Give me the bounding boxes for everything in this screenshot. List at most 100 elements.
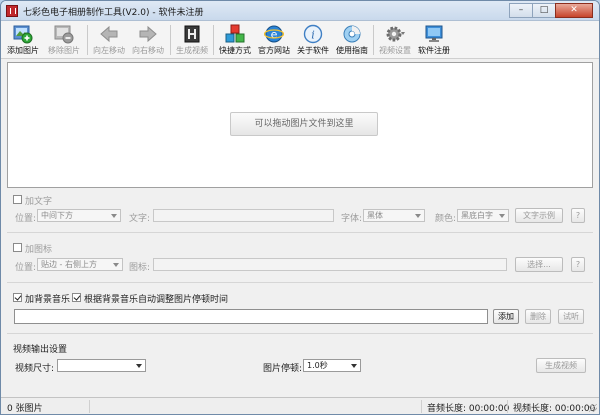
shortcut-label: 快捷方式 [219, 46, 251, 55]
text-content-input[interactable] [153, 209, 334, 222]
gear-icon [386, 26, 405, 42]
add-text-label: 加文字 [25, 197, 53, 207]
image-drop-area[interactable]: 可以拖动图片文件到这里 [7, 62, 593, 188]
generate-video-toolbar-button[interactable]: 生成视频 [173, 23, 211, 57]
register-button[interactable]: 软件注册 [415, 23, 453, 57]
generate-video-button[interactable]: 生成视频 [536, 358, 586, 373]
shortcut-button[interactable]: 快捷方式 [216, 23, 254, 57]
logo-file-label: 图标: [129, 263, 151, 273]
music-file-input[interactable] [14, 309, 488, 324]
video-size-label: 视频尺寸: [15, 364, 55, 374]
register-icon [425, 25, 443, 42]
info-icon: i [303, 24, 323, 44]
add-image-label: 添加图片 [7, 46, 39, 55]
chevron-down-icon [351, 364, 357, 368]
move-left-label: 向左移动 [93, 46, 125, 55]
chevron-down-icon [415, 214, 421, 218]
text-position-label: 位置: [15, 214, 37, 224]
website-button[interactable]: e 官方网站 [255, 23, 293, 57]
website-label: 官方网站 [258, 46, 290, 55]
chevron-down-icon [136, 364, 142, 368]
add-music-button[interactable]: 添加 [493, 309, 519, 324]
add-logo-label: 加图标 [25, 245, 53, 255]
video-length: 视频长度: 00:00:00 [513, 404, 596, 414]
move-left-button[interactable]: 向左移动 [90, 23, 128, 57]
image-count: 0 张图片 [7, 404, 43, 414]
font-value: 黑体 [367, 211, 383, 220]
minimize-button[interactable]: – [509, 3, 533, 18]
video-settings-button[interactable]: 视频设置 [376, 23, 414, 57]
add-image-icon [13, 25, 33, 44]
status-separator [507, 400, 508, 413]
shortcut-icon [225, 24, 245, 43]
guide-button[interactable]: 使用指南 [333, 23, 371, 57]
bgm-label: 加背景音乐 [25, 295, 71, 305]
chevron-down-icon [499, 214, 505, 218]
output-settings-title: 视频输出设置 [13, 345, 68, 355]
add-text-checkbox[interactable] [13, 195, 22, 204]
color-select[interactable]: 黑底白字 [457, 209, 509, 222]
audio-length: 音频长度: 00:00:00 [427, 404, 510, 414]
text-position-select[interactable]: 中间下方 [37, 209, 121, 222]
drop-hint-button[interactable]: 可以拖动图片文件到这里 [230, 112, 378, 136]
add-image-button[interactable]: 添加图片 [4, 23, 42, 57]
about-button[interactable]: i 关于软件 [294, 23, 332, 57]
register-label: 软件注册 [418, 46, 450, 55]
status-separator [421, 400, 422, 413]
toolbar-separator [213, 25, 214, 55]
status-bar: 0 张图片 音频长度: 00:00:00 视频长度: 00:00:00 [1, 397, 599, 414]
status-separator [89, 400, 90, 413]
video-size-select[interactable] [57, 359, 146, 372]
section-divider [7, 282, 593, 283]
svg-text:i: i [311, 29, 315, 42]
auto-pause-checkbox[interactable] [72, 293, 81, 302]
text-sample-button[interactable]: 文字示例 [515, 208, 563, 223]
generate-video-label: 生成视频 [176, 46, 208, 55]
logo-position-label: 位置: [15, 263, 37, 273]
listen-music-button[interactable]: 试听 [558, 309, 584, 324]
toolbar-separator [87, 25, 88, 55]
logo-help-button[interactable]: ? [571, 257, 585, 272]
window-title: 七彩色电子相册制作工具(V2.0) - 软件未注册 [23, 8, 204, 18]
bgm-checkbox[interactable] [13, 293, 22, 302]
web-icon: e [264, 25, 284, 43]
film-icon [184, 25, 200, 43]
chevron-down-icon [113, 263, 119, 267]
add-logo-checkbox[interactable] [13, 243, 22, 252]
app-icon [6, 5, 18, 17]
section-divider [7, 232, 593, 233]
image-pause-value: 1.0秒 [307, 361, 328, 370]
guide-icon [343, 25, 361, 43]
toolbar: 添加图片 移除图片 向左移动 向右移动 生成视频 快捷方式 e 官方网站 i 关… [1, 21, 599, 59]
move-right-label: 向右移动 [132, 46, 164, 55]
arrow-right-icon [139, 25, 157, 43]
video-settings-label: 视频设置 [379, 46, 411, 55]
choose-logo-button[interactable]: 选择... [515, 257, 563, 272]
auto-pause-label: 根据背景音乐自动调整图片停顿时间 [84, 295, 229, 305]
about-label: 关于软件 [297, 46, 329, 55]
remove-image-label: 移除图片 [48, 46, 80, 55]
color-value: 黑底白字 [461, 211, 493, 220]
image-pause-select[interactable]: 1.0秒 [303, 359, 361, 372]
logo-position-select[interactable]: 贴边 - 右侧上方 [37, 258, 123, 271]
toolbar-separator [170, 25, 171, 55]
logo-file-input[interactable] [153, 258, 507, 271]
guide-label: 使用指南 [336, 46, 368, 55]
maximize-button[interactable]: □ [532, 3, 556, 18]
text-content-label: 文字: [129, 214, 151, 224]
toolbar-separator [373, 25, 374, 55]
resize-grip[interactable] [589, 404, 597, 412]
text-help-button[interactable]: ? [571, 208, 585, 223]
delete-music-button[interactable]: 删除 [525, 309, 551, 324]
section-divider [7, 333, 593, 334]
text-position-value: 中间下方 [41, 211, 73, 220]
title-bar[interactable]: 七彩色电子相册制作工具(V2.0) - 软件未注册 – □ ✕ [1, 1, 599, 21]
logo-position-value: 贴边 - 右侧上方 [41, 260, 97, 269]
font-label: 字体: [341, 214, 363, 224]
font-select[interactable]: 黑体 [363, 209, 425, 222]
remove-image-icon [54, 25, 74, 44]
move-right-button[interactable]: 向右移动 [129, 23, 167, 57]
remove-image-button[interactable]: 移除图片 [45, 23, 83, 57]
close-button[interactable]: ✕ [555, 3, 593, 18]
window-controls: – □ ✕ [509, 3, 593, 18]
